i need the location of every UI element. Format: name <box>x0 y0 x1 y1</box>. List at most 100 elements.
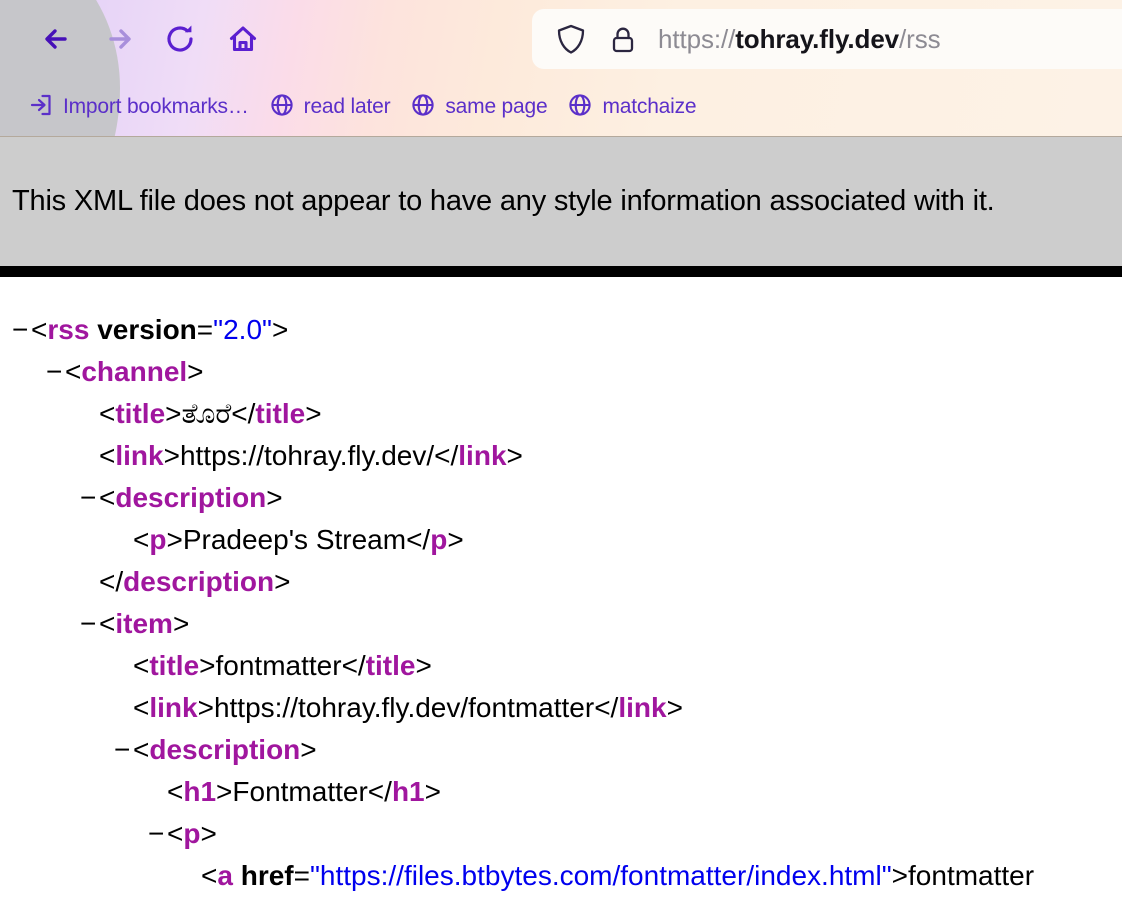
xml-line-spacer <box>114 645 133 687</box>
xml-tag: item <box>115 608 173 639</box>
xml-tag: link <box>458 440 507 471</box>
xml-punct: > <box>166 524 183 555</box>
url-path: /rss <box>899 23 941 54</box>
collapse-toggle-icon[interactable]: − <box>80 477 99 519</box>
xml-txt: Fontmatter <box>232 776 368 807</box>
xml-line: <title>fontmatter</title> <box>12 645 1122 687</box>
xml-line: −<channel> <box>12 351 1122 393</box>
xml-val: "https://files.btbytes.com/fontmatter/in… <box>309 860 892 891</box>
xml-tag: link <box>115 440 164 471</box>
xml-punct: = <box>196 314 214 345</box>
xml-tag: title <box>255 398 306 429</box>
xml-punct: </ <box>406 524 431 555</box>
bookmark-same-page[interactable]: same page <box>404 88 561 127</box>
collapse-toggle-icon[interactable]: − <box>46 351 65 393</box>
xml-line-spacer <box>80 393 99 435</box>
home-icon <box>223 19 263 59</box>
reload-button[interactable] <box>150 11 212 67</box>
xml-line-spacer <box>114 519 133 561</box>
browser-toolbar: https://tohray.fly.dev/rss <box>0 0 1122 78</box>
xml-tag: title <box>365 650 416 681</box>
xml-style-warning-banner: This XML file does not appear to have an… <box>0 137 1122 266</box>
xml-txt: fontmatter <box>215 650 342 681</box>
xml-tag: h1 <box>183 776 217 807</box>
xml-punct: < <box>133 734 150 765</box>
xml-punct: > <box>172 608 190 639</box>
xml-punct: < <box>201 860 218 891</box>
forward-button[interactable] <box>88 11 150 67</box>
xml-line: <link>https://tohray.fly.dev/</link> <box>12 435 1122 477</box>
xml-attr: version <box>97 314 197 345</box>
bookmark-label: Import bookmarks… <box>63 95 249 118</box>
xml-punct: > <box>666 692 683 723</box>
globe-icon <box>567 92 593 123</box>
bookmark-import-bookmarks[interactable]: Import bookmarks… <box>22 88 263 127</box>
xml-punct: < <box>65 356 82 387</box>
back-button[interactable] <box>26 11 88 67</box>
xml-line: −<item> <box>12 603 1122 645</box>
bookmark-label: read later <box>303 95 391 118</box>
xml-tag: link <box>149 692 198 723</box>
xml-tag: h1 <box>391 776 425 807</box>
bookmark-label: same page <box>445 95 548 118</box>
xml-punct: < <box>167 776 184 807</box>
xml-punct: > <box>506 440 523 471</box>
xml-attr: href <box>240 860 294 891</box>
bookmark-matchaize[interactable]: matchaize <box>561 88 710 127</box>
xml-tag: title <box>149 650 200 681</box>
home-button[interactable] <box>212 11 274 67</box>
xml-punct: </ <box>594 692 619 723</box>
xml-tag: p <box>183 818 201 849</box>
xml-txt: https://tohray.fly.dev/fontmatter <box>213 692 595 723</box>
xml-tag: channel <box>81 356 188 387</box>
xml-punct: < <box>133 650 150 681</box>
bookmark-read-later[interactable]: read later <box>263 88 405 127</box>
xml-punct: < <box>31 314 48 345</box>
url-bar[interactable]: https://tohray.fly.dev/rss <box>532 9 1122 69</box>
xml-punct: > <box>447 524 464 555</box>
xml-txt: fontmatter <box>908 860 1035 891</box>
xml-punct: < <box>99 440 116 471</box>
import-icon <box>28 92 54 123</box>
xml-punct: > <box>216 776 233 807</box>
xml-tag: description <box>115 482 267 513</box>
xml-punct: </ <box>99 566 124 597</box>
shield-icon[interactable] <box>554 22 588 56</box>
xml-line: −<description> <box>12 477 1122 519</box>
collapse-toggle-icon[interactable]: − <box>114 729 133 771</box>
collapse-toggle-icon[interactable]: − <box>80 603 99 645</box>
xml-punct: > <box>163 440 180 471</box>
lock-icon[interactable] <box>606 22 640 56</box>
xml-tag: title <box>115 398 166 429</box>
xml-line: −<rss version="2.0"> <box>12 309 1122 351</box>
globe-icon <box>269 92 295 123</box>
xml-punct: < <box>133 692 150 723</box>
xml-line-spacer <box>114 687 133 729</box>
xml-tag: description <box>149 734 301 765</box>
xml-punct <box>233 860 241 891</box>
xml-punct: > <box>199 650 216 681</box>
xml-punct: > <box>274 566 291 597</box>
xml-line: <a href="https://files.btbytes.com/fontm… <box>12 855 1122 897</box>
xml-punct: < <box>99 398 116 429</box>
xml-line: <p>Pradeep's Stream</p> <box>12 519 1122 561</box>
xml-txt: ತೊರೆ <box>181 398 232 429</box>
banner-separator-rule <box>0 266 1122 277</box>
reload-icon <box>161 19 201 59</box>
xml-punct: > <box>187 356 204 387</box>
url-text[interactable]: https://tohray.fly.dev/rss <box>658 24 941 55</box>
xml-punct: </ <box>231 398 256 429</box>
xml-punct: > <box>415 650 432 681</box>
back-arrow-icon <box>37 19 77 59</box>
collapse-toggle-icon[interactable]: − <box>12 309 31 351</box>
xml-line-spacer <box>80 435 99 477</box>
xml-punct: > <box>305 398 322 429</box>
browser-chrome: https://tohray.fly.dev/rss Import bookma… <box>0 0 1122 137</box>
xml-punct: </ <box>434 440 459 471</box>
collapse-toggle-icon[interactable]: − <box>148 813 167 855</box>
xml-punct: > <box>424 776 441 807</box>
globe-icon <box>410 92 436 123</box>
xml-txt: Pradeep's Stream <box>182 524 407 555</box>
xml-style-warning-text: This XML file does not appear to have an… <box>12 185 995 217</box>
xml-tag: description <box>123 566 275 597</box>
